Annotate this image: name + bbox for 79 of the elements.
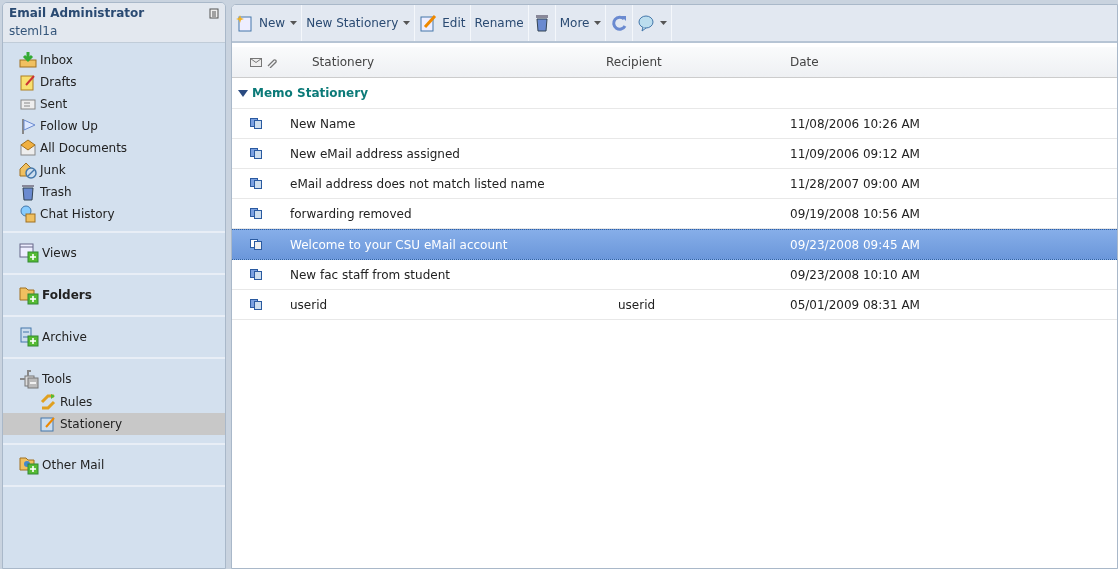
date: 09/23/2008 10:10 AM <box>790 267 921 282</box>
stationery-name: userid <box>290 297 329 312</box>
menu-icon[interactable] <box>209 7 219 19</box>
date: 11/28/2007 09:00 AM <box>790 176 921 191</box>
stationery-name: forwarding removed <box>290 206 413 221</box>
document-icon <box>250 269 262 280</box>
column-header[interactable]: Date <box>790 55 1117 69</box>
caret-icon <box>403 21 411 25</box>
folder-item[interactable]: Trash <box>3 181 225 203</box>
document-icon <box>250 178 262 189</box>
toolbar-button[interactable]: Rename <box>470 5 529 41</box>
stationery-name: Welcome to your CSU eMail account <box>290 237 509 252</box>
table-row[interactable]: eMail address does not match listed name 11/28/2007 09:00 AM <box>232 169 1117 199</box>
document-icon <box>250 208 262 219</box>
account-name: steml1a <box>9 24 59 38</box>
table-row[interactable]: New fac staff from student 09/23/2008 10:10 AM <box>232 260 1117 290</box>
tool-item[interactable]: Rules <box>3 391 225 413</box>
chat-icon <box>19 205 37 223</box>
archive-icon <box>19 327 39 347</box>
account-title: Email Administrator <box>9 6 145 20</box>
folder-icon <box>19 285 39 305</box>
section-header[interactable]: Folders <box>3 283 225 307</box>
folder-item[interactable]: Sent <box>3 93 225 115</box>
folder-item[interactable]: Inbox <box>3 49 225 71</box>
arrows-icon <box>39 393 57 411</box>
folder-item[interactable]: Follow Up <box>3 115 225 137</box>
junk-icon <box>19 161 37 179</box>
table-row[interactable]: New eMail address assigned 11/09/2006 09:12 AM <box>232 139 1117 169</box>
column-header[interactable]: Recipient <box>606 55 790 69</box>
trash-icon <box>19 183 37 201</box>
mail-folder-icon <box>19 455 39 475</box>
refresh-icon <box>610 14 629 32</box>
caret-icon <box>290 21 298 25</box>
document-icon <box>250 239 262 250</box>
toolbar-button[interactable]: Edit <box>415 5 471 41</box>
date: 09/23/2008 09:45 AM <box>790 237 921 252</box>
table-row[interactable]: userid userid 05/01/2009 08:31 AM <box>232 290 1117 320</box>
document-icon <box>250 148 262 159</box>
envelope-icon <box>19 139 37 157</box>
chat-icon <box>637 14 656 32</box>
group-header[interactable]: Memo Stationery <box>232 78 1117 109</box>
column-header[interactable]: Stationery <box>312 55 606 69</box>
notepad-icon <box>39 415 57 433</box>
drafts-icon <box>19 73 37 91</box>
caret-icon <box>594 21 602 25</box>
pencil-icon <box>419 14 438 32</box>
section-header[interactable]: Other Mail <box>3 453 225 477</box>
stationery-name: eMail address does not match listed name <box>290 176 546 191</box>
folder-item[interactable]: Junk <box>3 159 225 181</box>
views-icon <box>19 243 39 263</box>
section-header[interactable]: Archive <box>3 325 225 349</box>
tool-item[interactable]: Stationery <box>3 413 225 435</box>
folder-item[interactable]: Drafts <box>3 71 225 93</box>
stationery-name: New fac staff from student <box>290 267 451 282</box>
tools-icon <box>19 369 39 389</box>
envelope-icon <box>250 57 262 67</box>
document-icon <box>250 299 262 310</box>
folder-item[interactable]: All Documents <box>3 137 225 159</box>
table-row[interactable]: New Name 11/08/2006 10:26 AM <box>232 109 1117 139</box>
new-icon <box>236 14 254 32</box>
date: 09/19/2008 10:56 AM <box>790 206 921 221</box>
toolbar-button[interactable]: New <box>232 5 303 41</box>
recipient: userid <box>617 297 657 312</box>
date: 11/08/2006 10:26 AM <box>790 116 921 131</box>
flag-icon <box>19 117 37 135</box>
expand-icon <box>238 89 248 97</box>
toolbar-button[interactable]: More <box>555 5 607 41</box>
section-header[interactable]: Tools <box>3 367 225 391</box>
document-icon <box>250 118 262 129</box>
stationery-name: New eMail address assigned <box>290 146 461 161</box>
date: 11/09/2006 09:12 AM <box>790 146 921 161</box>
inbox-icon <box>19 51 37 69</box>
caret-icon <box>660 21 668 25</box>
stationery-name: New Name <box>290 116 357 131</box>
section-header[interactable]: Views <box>3 241 225 265</box>
paperclip-icon <box>266 56 277 68</box>
toolbar-button[interactable]: New Stationery <box>302 5 416 41</box>
date: 05/01/2009 08:31 AM <box>790 297 921 312</box>
folder-item[interactable]: Chat History <box>3 203 225 225</box>
